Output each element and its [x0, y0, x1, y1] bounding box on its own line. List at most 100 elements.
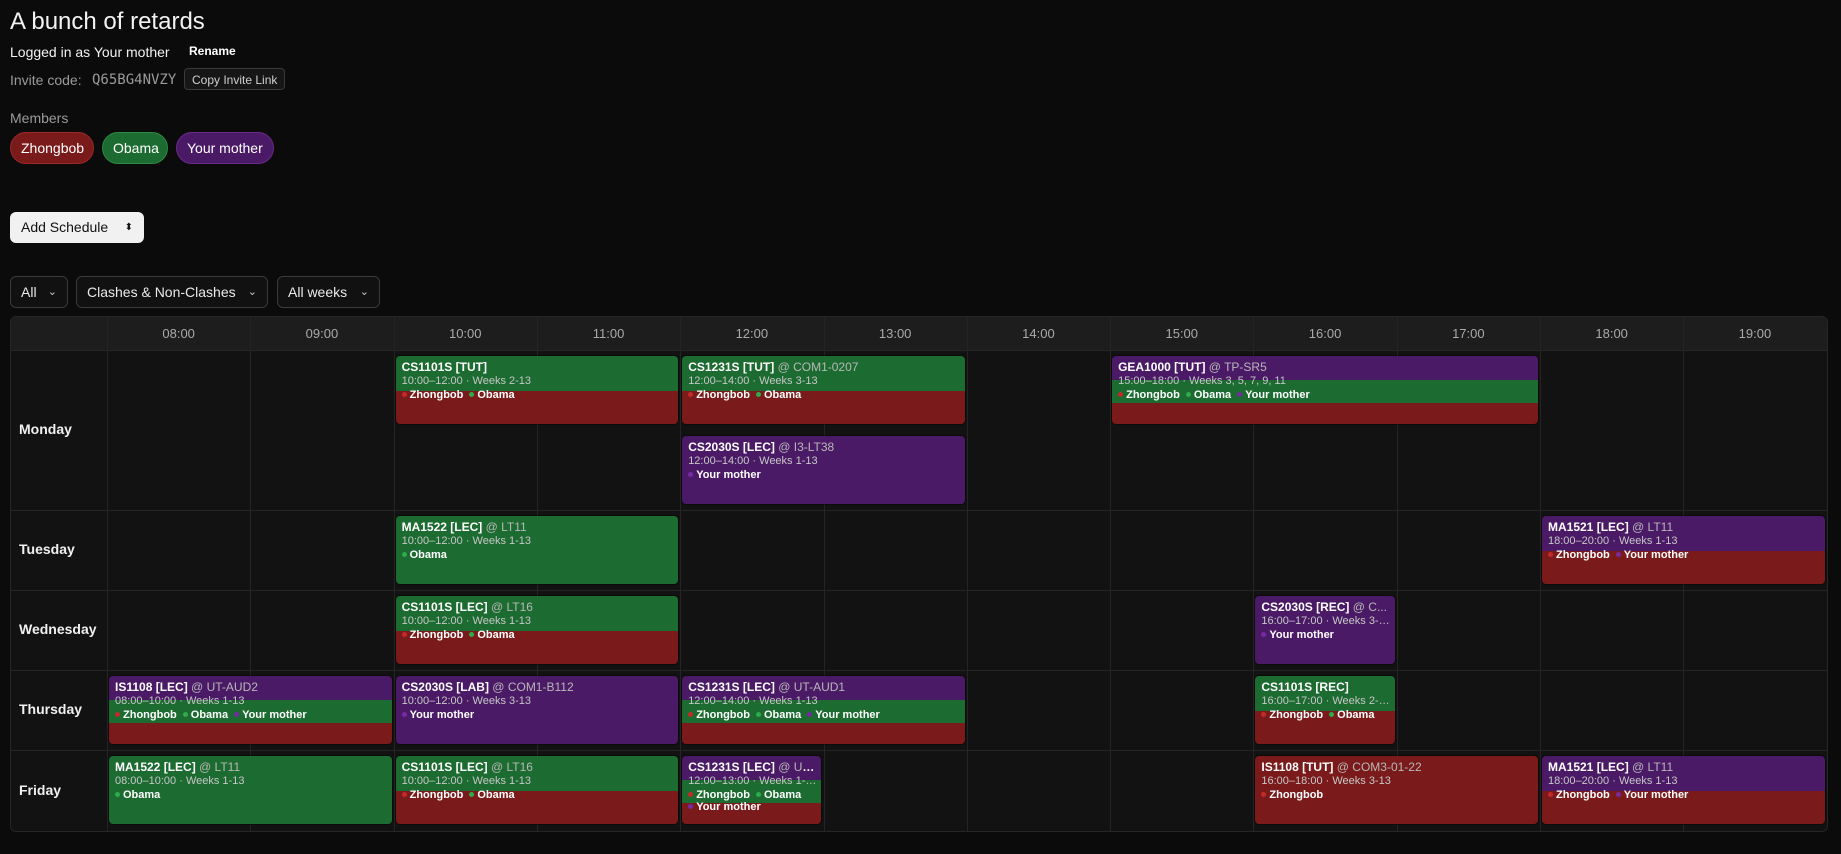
event-title: CS1101S [LEC] @ LT16 — [402, 760, 675, 774]
event-members: Zhongbob — [1261, 789, 1534, 801]
event-text: CS1231S [LEC] @ UT-...12:00–13:00 · Week… — [688, 760, 817, 813]
member-filter-dropdown[interactable]: All ⌄ — [10, 276, 68, 308]
event-member-name: Obama — [123, 789, 161, 801]
event-text: MA1521 [LEC] @ LT11 18:00–20:00 · Weeks 1… — [1548, 760, 1821, 801]
class-event[interactable]: CS2030S [LEC] @ I3-LT38 12:00–14:00 · Wee… — [681, 435, 966, 505]
chevron-down-icon: ⌄ — [359, 286, 369, 298]
class-event[interactable]: CS1231S [TUT] @ COM1-0207 12:00–14:00 · W… — [681, 355, 966, 425]
event-time: 08:00–10:00 · Weeks 1-13 — [115, 695, 245, 707]
hour-header: 10:00 — [448, 326, 482, 341]
event-members: Zhongbob Obama — [1261, 709, 1390, 721]
member-dot-icon — [1615, 552, 1621, 558]
event-time: 16:00–18:00 · Weeks 3-13 — [1261, 775, 1391, 787]
event-member-name: Zhongbob — [1126, 389, 1180, 401]
event-code: CS1101S [TUT] — [401, 360, 487, 374]
event-title: CS1101S [REC] — [1261, 680, 1390, 694]
event-member-name: Your mother — [1269, 629, 1334, 641]
event-location: @ LT11 — [199, 760, 241, 774]
class-event[interactable]: CS1101S [LEC] @ LT16 10:00–12:00 · Weeks … — [394, 755, 680, 825]
member-dot-icon — [401, 632, 407, 638]
copy-invite-link-button[interactable]: Copy Invite Link — [184, 68, 286, 90]
event-time: 12:00–14:00 · Weeks 3-13 — [688, 375, 818, 387]
event-member: Obama — [1329, 709, 1374, 721]
event-color-band — [682, 723, 965, 744]
event-time: 18:00–20:00 · Weeks 1-13 — [1548, 535, 1678, 547]
event-location: @ UT-AUD2 — [191, 680, 258, 694]
day-label: Wednesday — [19, 621, 97, 637]
class-event[interactable]: CS1231S [LEC] @ UT-AUD1 12:00–14:00 · Wee… — [681, 675, 966, 745]
grid-column-line — [1826, 317, 1827, 831]
member-dot-icon — [1261, 792, 1267, 798]
event-member: Zhongbob — [1548, 549, 1610, 561]
hour-header: 14:00 — [1022, 326, 1055, 341]
hour-header: 12:00 — [735, 326, 769, 341]
class-event[interactable]: CS1101S [LEC] @ LT16 10:00–12:00 · Weeks … — [394, 595, 680, 665]
event-title: MA1522 [LEC] @ LT11 — [115, 760, 388, 774]
event-title: GEA1000 [TUT] @ TP-SR5 — [1118, 360, 1534, 374]
event-code: CS1101S [LEC] — [401, 600, 488, 614]
event-member-name: Zhongbob — [696, 709, 750, 721]
event-member-name: Your mother — [242, 709, 307, 721]
class-event[interactable]: GEA1000 [TUT] @ TP-SR5 15:00–18:00 · Week… — [1111, 355, 1539, 425]
member-chip-zhongbob[interactable]: Zhongbob — [10, 132, 94, 164]
class-event[interactable]: MA1521 [LEC] @ LT11 18:00–20:00 · Weeks 1… — [1541, 755, 1826, 825]
class-event[interactable]: CS2030S [REC] @ C... 16:00–17:00 · Weeks … — [1254, 595, 1396, 665]
hour-header: 09:00 — [305, 326, 339, 341]
class-event[interactable]: MA1521 [LEC] @ LT11 18:00–20:00 · Weeks 1… — [1541, 515, 1826, 585]
event-time: 08:00–10:00 · Weeks 1-13 — [115, 775, 245, 787]
class-event[interactable]: IS1108 [LEC] @ UT-AUD2 08:00–10:00 · Week… — [108, 675, 393, 745]
event-time: 18:00–20:00 · Weeks 1-13 — [1548, 775, 1678, 787]
class-event[interactable]: CS1101S [TUT] 10:00–12:00 · Weeks 2-13 Zh… — [394, 355, 680, 425]
event-title: IS1108 [LEC] @ UT-AUD2 — [115, 680, 388, 694]
member-dot-icon — [115, 712, 120, 718]
event-text: GEA1000 [TUT] @ TP-SR5 15:00–18:00 · Week… — [1118, 360, 1534, 401]
member-dot-icon — [401, 392, 407, 398]
event-member: Zhongbob — [688, 709, 750, 721]
event-member: Zhongbob — [401, 389, 463, 401]
class-event[interactable]: CS1101S [REC] 16:00–17:00 · Weeks 2-13 Zh… — [1254, 675, 1396, 745]
add-schedule-button[interactable]: Add Schedule ⬍ — [10, 212, 144, 243]
event-member-name: Obama — [763, 709, 802, 721]
grid-row-line — [11, 670, 1827, 671]
hour-header: 16:00 — [1308, 326, 1342, 341]
event-members: Zhongbob Obama Your mother — [688, 789, 817, 813]
event-text: MA1522 [LEC] @ LT11 08:00–10:00 · Weeks 1… — [115, 760, 388, 801]
member-chip-your-mother[interactable]: Your mother — [176, 132, 274, 164]
day-label: Friday — [19, 781, 62, 798]
event-text: MA1521 [LEC] @ LT11 18:00–20:00 · Weeks 1… — [1548, 520, 1821, 561]
member-dot-icon — [755, 392, 761, 398]
event-member: Obama — [1185, 389, 1231, 401]
class-event[interactable]: CS2030S [LAB] @ COM1-B112 10:00–12:00 · W… — [394, 675, 680, 745]
event-member-name: Your mother — [1245, 389, 1310, 401]
class-event[interactable]: MA1522 [LEC] @ LT11 10:00–12:00 · Weeks 1… — [394, 515, 680, 585]
event-member: Zhongbob — [688, 789, 750, 801]
event-member: Zhongbob — [401, 789, 463, 801]
event-member: Obama — [469, 389, 515, 401]
class-event[interactable]: CS1231S [LEC] @ UT-...12:00–13:00 · Week… — [681, 755, 823, 825]
event-location: @ C... — [1352, 600, 1387, 614]
rename-button[interactable]: Rename — [189, 44, 236, 58]
event-text: IS1108 [LEC] @ UT-AUD2 08:00–10:00 · Week… — [115, 680, 388, 721]
hour-header: 08:00 — [162, 326, 195, 341]
event-time: 15:00–18:00 · Weeks 3, 5, 7, 9, 11 — [1118, 375, 1286, 387]
event-text: CS2030S [LEC] @ I3-LT38 12:00–14:00 · Wee… — [688, 440, 961, 481]
grid-row-line — [11, 510, 1827, 511]
member-dot-icon — [401, 552, 407, 558]
event-member-name: Zhongbob — [1556, 549, 1610, 561]
event-members: Your mother — [1261, 629, 1390, 641]
event-member: Zhongbob — [1548, 789, 1610, 801]
event-text: CS1231S [LEC] @ UT-AUD1 12:00–14:00 · Wee… — [688, 680, 961, 721]
clash-filter-dropdown[interactable]: Clashes & Non-Clashes ⌄ — [76, 276, 268, 308]
event-title: IS1108 [TUT] @ COM3-01-22 — [1261, 760, 1534, 774]
event-code: MA1522 [LEC] — [401, 520, 483, 534]
class-event[interactable]: MA1522 [LEC] @ LT11 08:00–10:00 · Weeks 1… — [108, 755, 393, 825]
event-code: CS2030S [REC] — [1261, 600, 1350, 614]
class-event[interactable]: IS1108 [TUT] @ COM3-01-22 16:00–18:00 · W… — [1254, 755, 1539, 825]
add-schedule-label: Add Schedule — [21, 219, 109, 235]
member-chip-obama[interactable]: Obama — [102, 132, 168, 164]
weeks-filter-dropdown[interactable]: All weeks ⌄ — [277, 276, 380, 308]
day-label: Monday — [19, 421, 72, 437]
member-dot-icon — [469, 632, 475, 638]
member-filter-value: All — [21, 284, 37, 300]
event-text: CS1101S [LEC] @ LT16 10:00–12:00 · Weeks … — [401, 600, 675, 641]
